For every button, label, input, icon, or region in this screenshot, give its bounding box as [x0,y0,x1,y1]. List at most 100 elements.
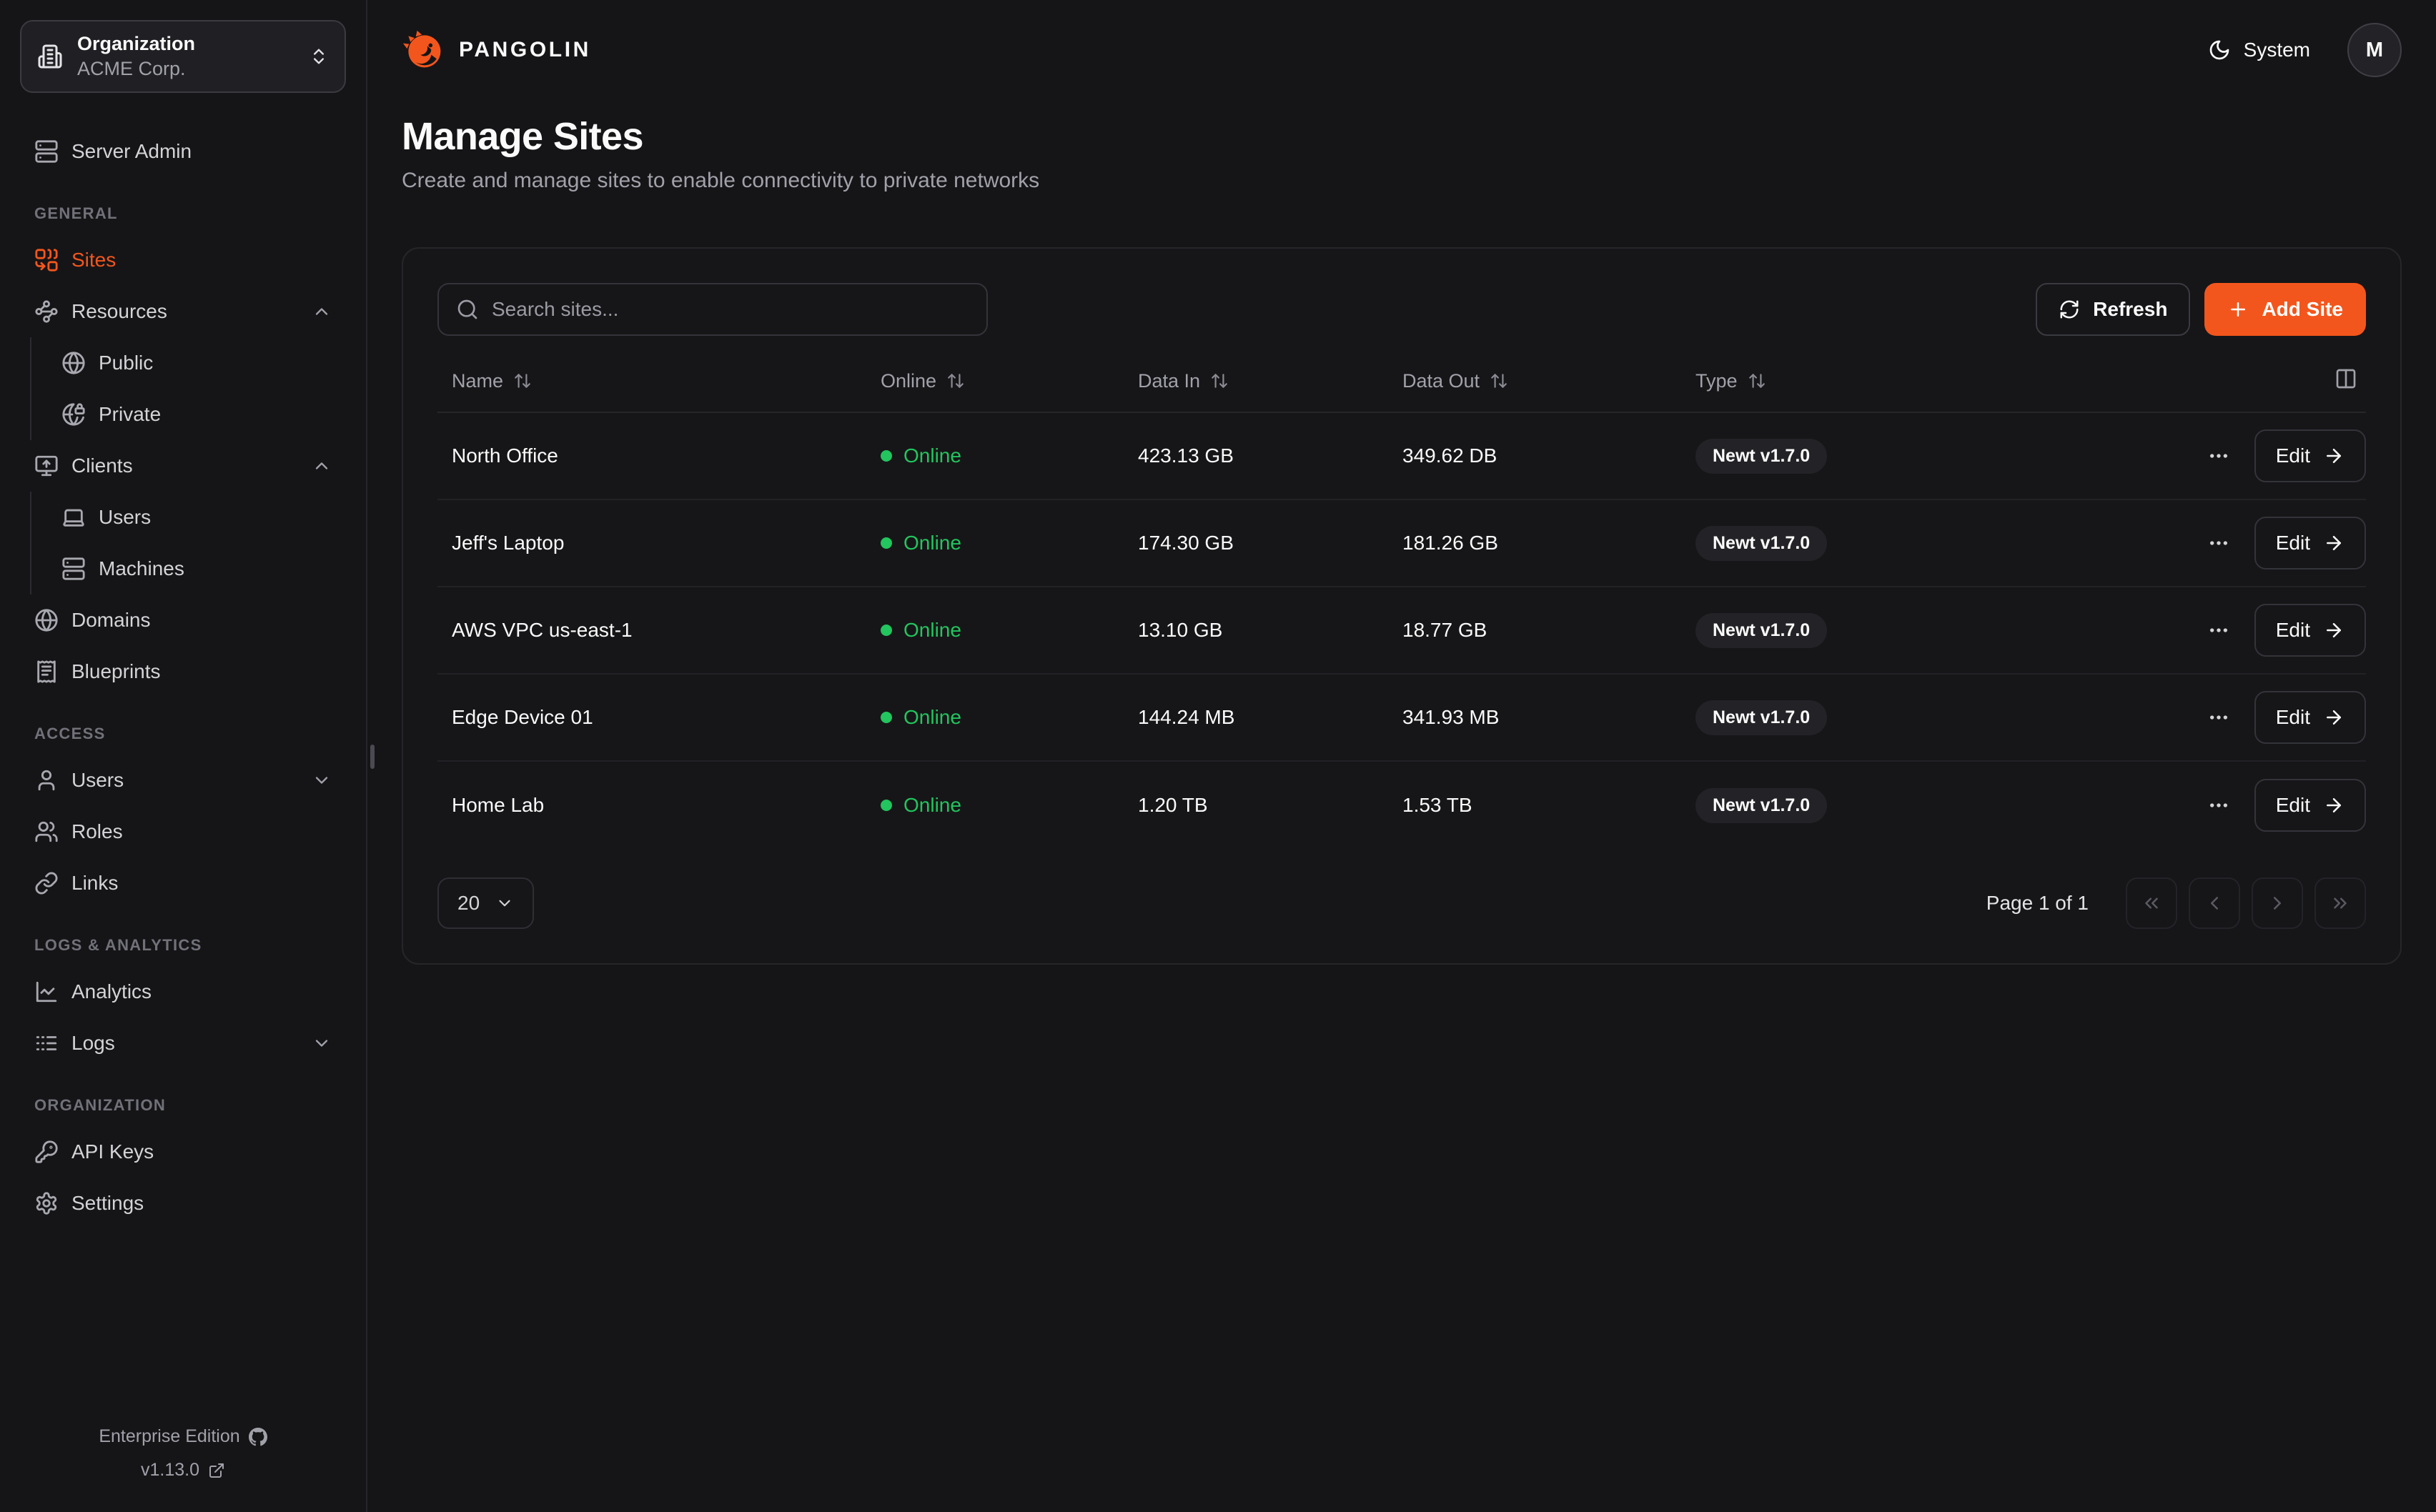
chevrons-left-icon [2141,892,2162,914]
sidebar-item-label: Blueprints [71,660,161,683]
version-label: v1.13.0 [141,1460,199,1481]
section-label-organization: ORGANIZATION [20,1096,346,1115]
site-name: Home Lab [437,794,866,817]
status-label: Online [903,444,961,467]
arrow-right-icon [2323,620,2345,641]
page-info: Page 1 of 1 [1986,892,2089,915]
version-link[interactable]: v1.13.0 [20,1460,346,1481]
org-selector[interactable]: Organization ACME Corp. [20,20,346,93]
sidebar-item-label: Settings [71,1192,144,1215]
building-icon [37,44,63,69]
arrow-right-icon [2323,532,2345,554]
sidebar-item-label: Domains [71,609,150,632]
table-header-row: Name Online Data In Data Out [437,350,2366,413]
sidebar-item-blueprints[interactable]: Blueprints [20,646,346,697]
app-window: Organization ACME Corp. Server Admin GEN… [0,0,2436,1512]
sidebar-item-resources[interactable]: Resources [20,286,346,337]
site-status: Online [866,706,1124,729]
search-input[interactable] [492,298,969,321]
type-badge: Newt v1.7.0 [1695,613,1827,648]
site-status: Online [866,444,1124,467]
sidebar-scrollbar[interactable] [370,745,375,769]
column-header-data-in[interactable]: Data In [1124,370,1388,392]
sites-table: Name Online Data In Data Out [437,350,2366,849]
theme-label: System [2244,39,2310,61]
theme-toggle[interactable]: System [2208,39,2310,61]
table-row: Edge Device 01 Online 144.24 MB 341.93 M… [437,675,2366,762]
edit-button[interactable]: Edit [2254,517,2366,570]
page-buttons [2126,877,2366,929]
add-site-button[interactable]: Add Site [2204,283,2366,336]
sidebar-item-label: Sites [71,249,116,272]
column-header-data-out[interactable]: Data Out [1388,370,1681,392]
sidebar-item-machines[interactable]: Machines [31,543,346,595]
last-page-button[interactable] [2314,877,2366,929]
previous-page-button[interactable] [2189,877,2240,929]
sidebar-item-client-users[interactable]: Users [31,492,346,543]
site-status: Online [866,532,1124,554]
row-menu-button[interactable] [2207,532,2230,554]
brand-logo[interactable]: PANGOLIN [402,29,591,71]
refresh-button[interactable]: Refresh [2036,283,2190,336]
row-menu-button[interactable] [2207,444,2230,467]
edit-button[interactable]: Edit [2254,691,2366,744]
sidebar-item-server-admin[interactable]: Server Admin [20,126,346,177]
online-dot [881,712,892,723]
sidebar-item-links[interactable]: Links [20,857,346,909]
sidebar-item-api-keys[interactable]: API Keys [20,1126,346,1178]
column-visibility-button[interactable] [2320,367,2366,395]
server-icon [34,139,59,164]
search-icon [456,298,479,321]
online-dot [881,537,892,549]
avatar[interactable]: M [2347,23,2402,77]
edit-button[interactable]: Edit [2254,604,2366,657]
page-subtitle: Create and manage sites to enable connec… [402,169,2402,193]
column-header-type[interactable]: Type [1681,370,2109,392]
sidebar-item-domains[interactable]: Domains [20,595,346,646]
column-label: Data Out [1402,370,1480,392]
table-row: AWS VPC us-east-1 Online 13.10 GB 18.77 … [437,587,2366,675]
column-header-online[interactable]: Online [866,370,1124,392]
sidebar-item-sites[interactable]: Sites [20,234,346,286]
sort-icon [946,372,965,390]
column-header-name[interactable]: Name [437,370,866,392]
row-menu-button[interactable] [2207,794,2230,817]
sidebar-item-label: Analytics [71,980,152,1003]
sidebar-item-users[interactable]: Users [20,755,346,806]
sidebar-item-public[interactable]: Public [31,337,346,389]
sidebar-item-private[interactable]: Private [31,389,346,440]
page-size-select[interactable]: 20 [437,877,534,929]
status-label: Online [903,706,961,729]
external-link-icon [208,1462,225,1479]
column-label: Name [452,370,503,392]
arrow-right-icon [2323,795,2345,816]
table-row: North Office Online 423.13 GB 349.62 DB … [437,413,2366,500]
sidebar-item-logs[interactable]: Logs [20,1018,346,1069]
edit-button[interactable]: Edit [2254,779,2366,832]
row-menu-button[interactable] [2207,619,2230,642]
sidebar-item-roles[interactable]: Roles [20,806,346,857]
edition-link[interactable]: Enterprise Edition [20,1426,346,1447]
site-name: North Office [437,444,866,467]
type-cell: Newt v1.7.0 [1681,700,2109,735]
first-page-button[interactable] [2126,877,2177,929]
logs-icon [34,1031,59,1055]
arrow-right-icon [2323,707,2345,728]
sidebar-item-label: Server Admin [71,140,192,163]
sort-icon [1748,372,1766,390]
pangolin-logo-icon [402,29,445,71]
sort-icon [513,372,532,390]
next-page-button[interactable] [2252,877,2303,929]
sidebar-item-settings[interactable]: Settings [20,1178,346,1229]
edit-button[interactable]: Edit [2254,429,2366,482]
online-dot [881,625,892,636]
edition-label: Enterprise Edition [99,1426,239,1447]
table-row: Jeff's Laptop Online 174.30 GB 181.26 GB… [437,500,2366,587]
ellipsis-icon [2207,444,2230,467]
globe-lock-icon [61,402,86,427]
sidebar-item-analytics[interactable]: Analytics [20,966,346,1018]
row-menu-button[interactable] [2207,706,2230,729]
chevron-up-icon [312,302,332,322]
sidebar-item-clients[interactable]: Clients [20,440,346,492]
data-in-value: 174.30 GB [1124,532,1388,554]
